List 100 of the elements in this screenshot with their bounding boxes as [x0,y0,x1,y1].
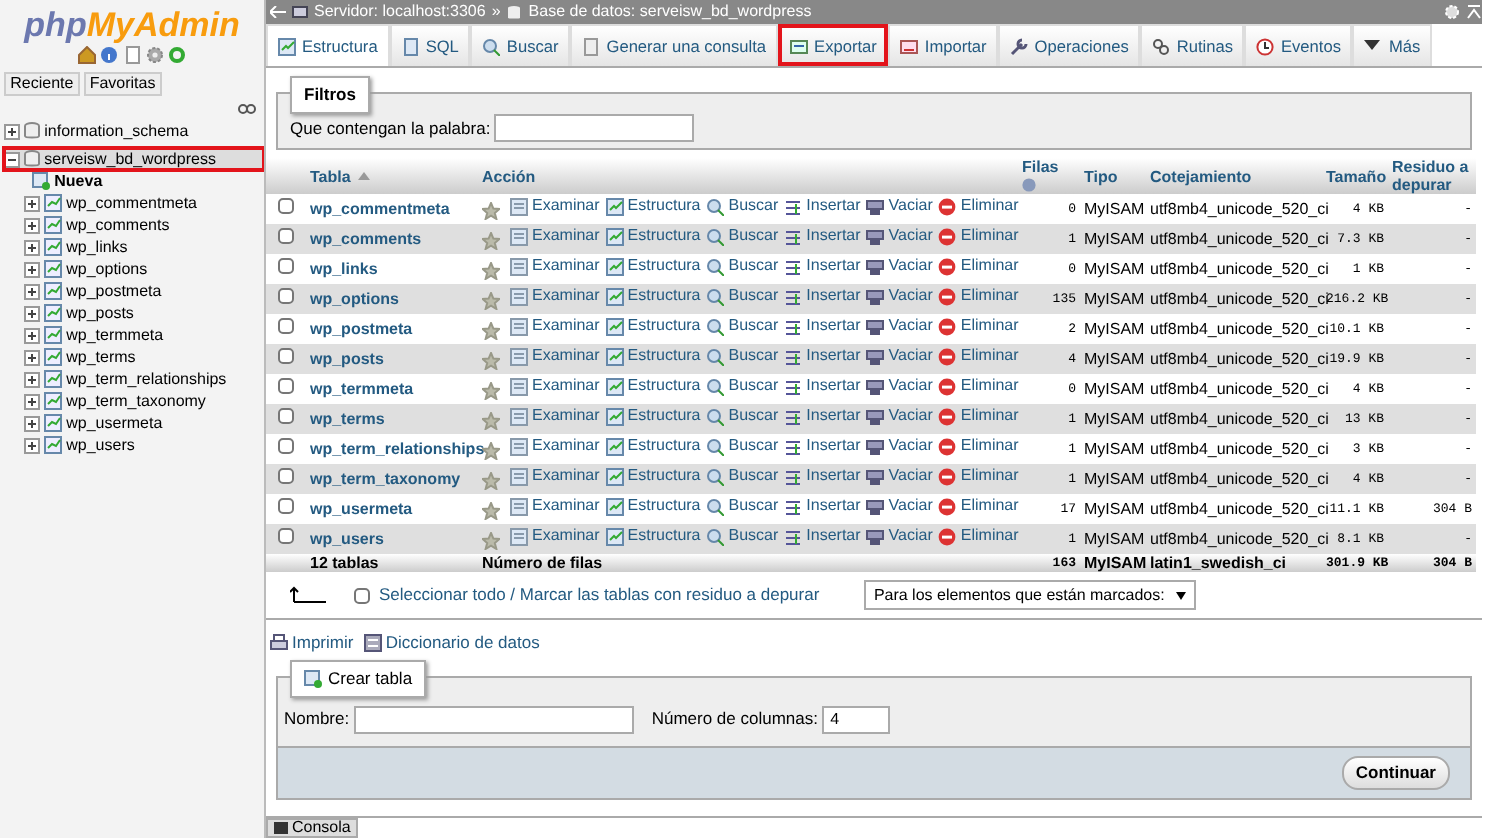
action-link[interactable]: Insertar [784,344,861,369]
action-link[interactable]: Buscar [706,464,779,489]
action-link[interactable]: Buscar [706,494,779,519]
database-link[interactable]: Base de datos: serveisw_bd_wordpress [528,0,812,24]
database-name[interactable]: information_schema [44,120,189,142]
action-link[interactable]: Insertar [784,374,861,399]
tab[interactable]: Importar [888,24,999,66]
table-name-link[interactable]: wp_postmeta [310,319,413,337]
action-link[interactable]: Examinar [510,254,600,279]
action-link[interactable]: Insertar [784,254,861,279]
action-link[interactable]: Buscar [706,314,779,339]
action-link[interactable]: Examinar [510,194,600,219]
table-name[interactable]: wp_terms [66,346,136,368]
action-link[interactable]: Vaciar [866,194,933,219]
tab[interactable]: Exportar [778,24,889,66]
action-link[interactable]: Insertar [784,224,861,249]
action-link[interactable]: Buscar [706,344,779,369]
tab[interactable]: Más [1352,24,1433,66]
action-link[interactable]: Estructura [605,224,701,249]
action-link[interactable]: Buscar [706,374,779,399]
action-link[interactable]: Vaciar [866,374,933,399]
action-link[interactable]: Estructura [605,524,701,549]
action-link[interactable]: Insertar [784,464,861,489]
action-link[interactable]: Insertar [784,194,861,219]
action-link[interactable]: Examinar [510,524,600,549]
action-link[interactable]: Insertar [784,494,861,519]
action-link[interactable]: Eliminar [938,464,1019,489]
table-name[interactable]: wp_options [66,258,148,280]
action-link[interactable]: Examinar [510,224,600,249]
tab[interactable]: Estructura [266,24,390,66]
sidebar-tab[interactable]: Favoritas [83,72,162,96]
action-link[interactable]: Eliminar [938,374,1019,399]
tab[interactable]: SQL [389,24,471,66]
table-name-link[interactable]: wp_termmeta [310,379,414,397]
action-link[interactable]: Vaciar [866,314,933,339]
tab[interactable]: Buscar [470,24,571,66]
action-link[interactable]: Vaciar [866,284,933,309]
action-link[interactable]: Vaciar [866,524,933,549]
table-name-link[interactable]: wp_links [310,259,378,277]
action-link[interactable]: Eliminar [938,224,1019,249]
table-name[interactable]: wp_commentmeta [66,192,197,214]
action-link[interactable]: Estructura [605,284,701,309]
action-link[interactable]: Buscar [706,524,779,549]
database-name[interactable]: serveisw_bd_wordpress [44,148,216,170]
action-link[interactable]: Buscar [706,404,779,429]
new-link[interactable]: Nueva [54,170,103,192]
tab[interactable]: Rutinas [1140,24,1245,66]
table-name[interactable]: wp_postmeta [66,280,162,302]
action-link[interactable]: Eliminar [938,194,1019,219]
continue-button[interactable]: Continuar [1341,755,1450,789]
table-name-link[interactable]: wp_term_relationships [310,439,485,457]
table-name[interactable]: wp_term_taxonomy [66,390,206,412]
select-all-link[interactable]: Seleccionar todo / Marcar las tablas con residuo a depurar [379,582,820,608]
action-link[interactable]: Buscar [706,284,779,309]
action-link[interactable]: Examinar [510,344,600,369]
action-link[interactable]: Estructura [605,344,701,369]
action-link[interactable]: Insertar [784,524,861,549]
action-link[interactable]: Vaciar [866,434,933,459]
action-link[interactable]: Eliminar [938,314,1019,339]
tab[interactable]: Eventos [1244,24,1353,66]
action-link[interactable]: Estructura [605,404,701,429]
action-link[interactable]: Buscar [706,434,779,459]
table-name[interactable]: wp_usermeta [66,412,163,434]
action-link[interactable]: Examinar [510,314,600,339]
action-link[interactable]: Buscar [706,254,779,279]
sidebar-tab[interactable]: Reciente [4,72,80,96]
table-name[interactable]: wp_comments [66,214,170,236]
table-name[interactable]: wp_term_relationships [66,368,227,390]
action-link[interactable]: Eliminar [938,524,1019,549]
action-link[interactable]: Examinar [510,464,600,489]
link[interactable]: Imprimir [270,630,354,656]
action-link[interactable]: Buscar [706,194,779,219]
column-header-link[interactable]: Tabla [310,167,351,185]
action-link[interactable]: Insertar [784,284,861,309]
action-link[interactable]: Examinar [510,494,600,519]
action-link[interactable]: Examinar [510,434,600,459]
server-link[interactable]: Servidor: localhost:3306 [314,0,486,24]
action-link[interactable]: Estructura [605,464,701,489]
action-link[interactable]: Eliminar [938,404,1019,429]
action-link[interactable]: Examinar [510,374,600,399]
table-name-link[interactable]: wp_usermeta [310,499,413,517]
action-link[interactable]: Estructura [605,254,701,279]
table-name[interactable]: wp_links [66,236,128,258]
table-name[interactable]: wp_termmeta [66,324,164,346]
action-link[interactable]: Eliminar [938,254,1019,279]
action-link[interactable]: Eliminar [938,344,1019,369]
action-link[interactable]: Vaciar [866,494,933,519]
action-link[interactable]: Vaciar [866,224,933,249]
columns-input[interactable]: 4 [822,705,891,734]
action-link[interactable]: Vaciar [866,254,933,279]
table-name[interactable]: wp_users [66,434,135,456]
console-tab[interactable]: Consola [266,818,359,838]
action-link[interactable]: Estructura [605,434,701,459]
table-name[interactable]: wp_posts [66,302,134,324]
action-link[interactable]: Estructura [605,494,701,519]
action-link[interactable]: Estructura [605,194,701,219]
action-link[interactable]: Insertar [784,314,861,339]
tab[interactable]: Operaciones [998,24,1141,66]
action-link[interactable]: Buscar [706,224,779,249]
action-link[interactable]: Eliminar [938,284,1019,309]
